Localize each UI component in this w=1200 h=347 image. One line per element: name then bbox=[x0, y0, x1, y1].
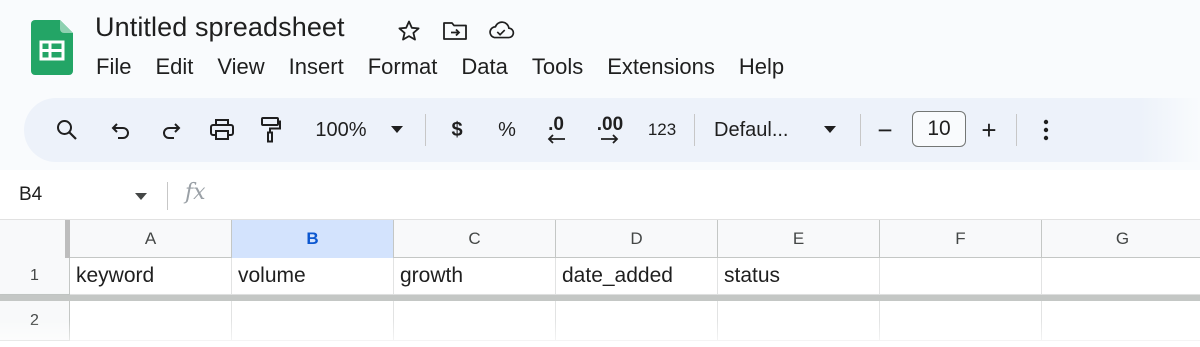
cell-d1[interactable]: date_added bbox=[556, 258, 718, 295]
menu-tools[interactable]: Tools bbox=[520, 50, 595, 84]
cell-f1[interactable] bbox=[880, 258, 1042, 295]
cell-b1[interactable]: volume bbox=[232, 258, 394, 295]
print-icon[interactable] bbox=[206, 98, 238, 162]
increase-decimal-button[interactable]: .00 bbox=[590, 98, 630, 162]
formula-bar: B4 fx bbox=[0, 170, 1200, 220]
name-box-chevron-down-icon[interactable] bbox=[134, 189, 148, 207]
arrow-right-icon bbox=[601, 134, 619, 144]
font-size-input[interactable]: 10 bbox=[912, 111, 966, 147]
cell-f2[interactable] bbox=[880, 301, 1042, 341]
menu-help[interactable]: Help bbox=[727, 50, 796, 84]
sheets-logo-icon[interactable] bbox=[31, 20, 73, 75]
star-icon[interactable] bbox=[395, 17, 423, 45]
font-chevron-down-icon[interactable] bbox=[820, 98, 840, 162]
column-header-b[interactable]: B bbox=[232, 220, 394, 258]
menu-extensions[interactable]: Extensions bbox=[595, 50, 727, 84]
cell-g2[interactable] bbox=[1042, 301, 1200, 341]
column-header-f[interactable]: F bbox=[880, 220, 1042, 258]
cell-e2[interactable] bbox=[718, 301, 880, 341]
menu-edit[interactable]: Edit bbox=[143, 50, 205, 84]
undo-icon[interactable] bbox=[106, 98, 136, 162]
row-header-1[interactable]: 1 bbox=[0, 258, 70, 295]
app-header: Untitled spreadsheet File Edit View Inse… bbox=[0, 0, 1200, 96]
row-header-2[interactable]: 2 bbox=[0, 301, 70, 341]
cell-a2[interactable] bbox=[70, 301, 232, 341]
menu-data[interactable]: Data bbox=[449, 50, 519, 84]
search-icon[interactable] bbox=[52, 98, 82, 162]
menu-bar: File Edit View Insert Format Data Tools … bbox=[84, 50, 796, 84]
toolbar-fade bbox=[1140, 98, 1200, 162]
more-formats-button[interactable]: 123 bbox=[642, 98, 682, 162]
cell-b2[interactable] bbox=[232, 301, 394, 341]
cell-c2[interactable] bbox=[394, 301, 556, 341]
paint-format-icon[interactable] bbox=[256, 98, 286, 162]
toolbar: 100% $ % .0 .00 123 Defaul... − 10 + bbox=[24, 98, 1200, 162]
column-header-d[interactable]: D bbox=[556, 220, 718, 258]
column-header-c[interactable]: C bbox=[394, 220, 556, 258]
document-title[interactable]: Untitled spreadsheet bbox=[95, 12, 345, 43]
cell-g1[interactable] bbox=[1042, 258, 1200, 295]
decrease-font-size-button[interactable]: − bbox=[872, 98, 898, 162]
menu-format[interactable]: Format bbox=[356, 50, 450, 84]
menu-insert[interactable]: Insert bbox=[277, 50, 356, 84]
font-select[interactable]: Defaul... bbox=[714, 98, 810, 162]
column-header-e[interactable]: E bbox=[718, 220, 880, 258]
more-options-icon[interactable] bbox=[1036, 98, 1056, 162]
redo-icon[interactable] bbox=[156, 98, 186, 162]
name-box[interactable]: B4 bbox=[19, 184, 42, 206]
cloud-saved-icon[interactable] bbox=[487, 17, 515, 45]
spreadsheet-grid: A B C D E F G 1 keyword volume growth da… bbox=[0, 220, 1200, 347]
fx-icon: fx bbox=[185, 180, 206, 205]
table-row: 1 keyword volume growth date_added statu… bbox=[0, 258, 1200, 295]
cell-d2[interactable] bbox=[556, 301, 718, 341]
arrow-left-icon bbox=[547, 134, 565, 144]
format-percent-button[interactable]: % bbox=[492, 98, 522, 162]
increase-font-size-button[interactable]: + bbox=[976, 98, 1002, 162]
select-all-corner[interactable] bbox=[0, 220, 70, 258]
cell-c1[interactable]: growth bbox=[394, 258, 556, 295]
zoom-chevron-down-icon[interactable] bbox=[382, 98, 412, 162]
menu-view[interactable]: View bbox=[205, 50, 276, 84]
column-header-g[interactable]: G bbox=[1042, 220, 1200, 258]
formula-bar-divider bbox=[167, 182, 168, 210]
move-to-folder-icon[interactable] bbox=[441, 17, 469, 45]
decrease-decimal-label: .0 bbox=[548, 114, 564, 135]
decrease-decimal-button[interactable]: .0 bbox=[538, 98, 574, 162]
cell-e1[interactable]: status bbox=[718, 258, 880, 295]
column-header-row: A B C D E F G bbox=[0, 220, 1200, 258]
format-currency-button[interactable]: $ bbox=[442, 98, 472, 162]
table-row: 2 bbox=[0, 301, 1200, 341]
cell-a1[interactable]: keyword bbox=[70, 258, 232, 295]
increase-decimal-label: .00 bbox=[596, 114, 624, 135]
menu-file[interactable]: File bbox=[84, 50, 143, 84]
zoom-select[interactable]: 100% bbox=[308, 98, 374, 162]
column-header-a[interactable]: A bbox=[70, 220, 232, 258]
